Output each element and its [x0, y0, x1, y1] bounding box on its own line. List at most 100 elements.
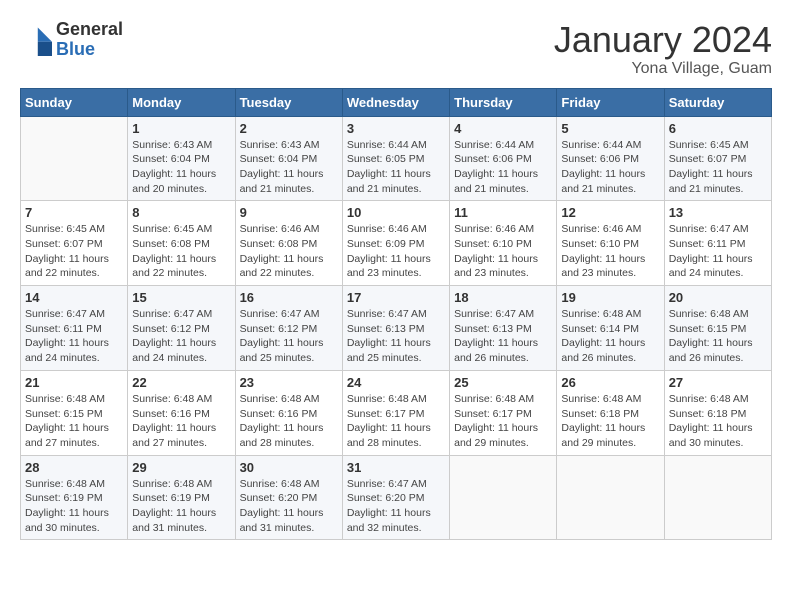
logo-icon [20, 24, 52, 56]
day-info: Sunrise: 6:47 AM Sunset: 6:12 PM Dayligh… [132, 307, 230, 366]
day-number: 12 [561, 205, 659, 220]
calendar-table: SundayMondayTuesdayWednesdayThursdayFrid… [20, 88, 772, 541]
weekday-header-cell: Friday [557, 88, 664, 116]
day-number: 11 [454, 205, 552, 220]
calendar-cell: 24 Sunrise: 6:48 AM Sunset: 6:17 PM Dayli… [342, 370, 449, 455]
calendar-cell: 31 Sunrise: 6:47 AM Sunset: 6:20 PM Dayli… [342, 455, 449, 540]
calendar-cell: 6 Sunrise: 6:45 AM Sunset: 6:07 PM Daylig… [664, 116, 771, 201]
calendar-row: 1 Sunrise: 6:43 AM Sunset: 6:04 PM Daylig… [21, 116, 772, 201]
day-info: Sunrise: 6:46 AM Sunset: 6:09 PM Dayligh… [347, 222, 445, 281]
calendar-cell: 16Sunrise: 6:47 AM Sunset: 6:12 PM Dayli… [235, 286, 342, 371]
calendar-cell: 20 Sunrise: 6:48 AM Sunset: 6:15 PM Dayli… [664, 286, 771, 371]
calendar-body: 1 Sunrise: 6:43 AM Sunset: 6:04 PM Daylig… [21, 116, 772, 540]
day-number: 8 [132, 205, 230, 220]
day-info: Sunrise: 6:47 AM Sunset: 6:11 PM Dayligh… [25, 307, 123, 366]
day-info: Sunrise: 6:47 AM Sunset: 6:12 PM Dayligh… [240, 307, 338, 366]
day-info: Sunrise: 6:46 AM Sunset: 6:10 PM Dayligh… [561, 222, 659, 281]
day-number: 24 [347, 375, 445, 390]
calendar-cell: 12 Sunrise: 6:46 AM Sunset: 6:10 PM Dayli… [557, 201, 664, 286]
logo-blue: Blue [56, 39, 95, 59]
day-number: 31 [347, 460, 445, 475]
weekday-header-cell: Tuesday [235, 88, 342, 116]
day-number: 25 [454, 375, 552, 390]
day-info: Sunrise: 6:48 AM Sunset: 6:17 PM Dayligh… [347, 392, 445, 451]
day-number: 17 [347, 290, 445, 305]
weekday-header-cell: Saturday [664, 88, 771, 116]
day-info: Sunrise: 6:43 AM Sunset: 6:04 PM Dayligh… [240, 138, 338, 197]
calendar-cell: 9Sunrise: 6:46 AM Sunset: 6:08 PM Daylig… [235, 201, 342, 286]
day-info: Sunrise: 6:45 AM Sunset: 6:07 PM Dayligh… [25, 222, 123, 281]
location-title: Yona Village, Guam [554, 60, 772, 78]
calendar-cell [664, 455, 771, 540]
day-info: Sunrise: 6:44 AM Sunset: 6:05 PM Dayligh… [347, 138, 445, 197]
calendar-cell: 21 Sunrise: 6:48 AM Sunset: 6:15 PM Dayli… [21, 370, 128, 455]
day-info: Sunrise: 6:47 AM Sunset: 6:13 PM Dayligh… [347, 307, 445, 366]
calendar-cell: 28Sunrise: 6:48 AM Sunset: 6:19 PM Dayli… [21, 455, 128, 540]
day-info: Sunrise: 6:48 AM Sunset: 6:15 PM Dayligh… [669, 307, 767, 366]
day-number: 18 [454, 290, 552, 305]
day-info: Sunrise: 6:48 AM Sunset: 6:17 PM Dayligh… [454, 392, 552, 451]
calendar-row: 14 Sunrise: 6:47 AM Sunset: 6:11 PM Dayli… [21, 286, 772, 371]
day-info: Sunrise: 6:48 AM Sunset: 6:18 PM Dayligh… [561, 392, 659, 451]
day-number: 5 [561, 121, 659, 136]
day-number: 1 [132, 121, 230, 136]
day-number: 27 [669, 375, 767, 390]
day-number: 22 [132, 375, 230, 390]
calendar-cell: 25 Sunrise: 6:48 AM Sunset: 6:17 PM Dayli… [450, 370, 557, 455]
day-info: Sunrise: 6:48 AM Sunset: 6:16 PM Dayligh… [132, 392, 230, 451]
calendar-cell: 8 Sunrise: 6:45 AM Sunset: 6:08 PM Daylig… [128, 201, 235, 286]
calendar-cell: 23 Sunrise: 6:48 AM Sunset: 6:16 PM Dayli… [235, 370, 342, 455]
calendar-cell: 17 Sunrise: 6:47 AM Sunset: 6:13 PM Dayli… [342, 286, 449, 371]
calendar-cell: 18 Sunrise: 6:47 AM Sunset: 6:13 PM Dayli… [450, 286, 557, 371]
day-info: Sunrise: 6:48 AM Sunset: 6:15 PM Dayligh… [25, 392, 123, 451]
day-number: 23 [240, 375, 338, 390]
day-number: 6 [669, 121, 767, 136]
weekday-header-cell: Thursday [450, 88, 557, 116]
weekday-header-cell: Wednesday [342, 88, 449, 116]
month-title: January 2024 [554, 20, 772, 60]
day-number: 10 [347, 205, 445, 220]
calendar-cell: 3 Sunrise: 6:44 AM Sunset: 6:05 PM Daylig… [342, 116, 449, 201]
day-info: Sunrise: 6:45 AM Sunset: 6:07 PM Dayligh… [669, 138, 767, 197]
day-info: Sunrise: 6:44 AM Sunset: 6:06 PM Dayligh… [561, 138, 659, 197]
day-number: 14 [25, 290, 123, 305]
day-number: 30 [240, 460, 338, 475]
day-info: Sunrise: 6:44 AM Sunset: 6:06 PM Dayligh… [454, 138, 552, 197]
day-info: Sunrise: 6:43 AM Sunset: 6:04 PM Dayligh… [132, 138, 230, 197]
calendar-cell: 30 Sunrise: 6:48 AM Sunset: 6:20 PM Dayli… [235, 455, 342, 540]
calendar-cell: 10 Sunrise: 6:46 AM Sunset: 6:09 PM Dayli… [342, 201, 449, 286]
logo: General Blue [20, 20, 123, 60]
day-info: Sunrise: 6:47 AM Sunset: 6:13 PM Dayligh… [454, 307, 552, 366]
weekday-header-row: SundayMondayTuesdayWednesdayThursdayFrid… [21, 88, 772, 116]
calendar-cell: 15Sunrise: 6:47 AM Sunset: 6:12 PM Dayli… [128, 286, 235, 371]
day-number: 26 [561, 375, 659, 390]
calendar-row: 7Sunrise: 6:45 AM Sunset: 6:07 PM Daylig… [21, 201, 772, 286]
day-info: Sunrise: 6:48 AM Sunset: 6:16 PM Dayligh… [240, 392, 338, 451]
calendar-cell: 4Sunrise: 6:44 AM Sunset: 6:06 PM Daylig… [450, 116, 557, 201]
day-info: Sunrise: 6:48 AM Sunset: 6:20 PM Dayligh… [240, 477, 338, 536]
day-info: Sunrise: 6:46 AM Sunset: 6:10 PM Dayligh… [454, 222, 552, 281]
calendar-cell: 5 Sunrise: 6:44 AM Sunset: 6:06 PM Daylig… [557, 116, 664, 201]
calendar-cell: 27 Sunrise: 6:48 AM Sunset: 6:18 PM Dayli… [664, 370, 771, 455]
calendar-cell: 26 Sunrise: 6:48 AM Sunset: 6:18 PM Dayli… [557, 370, 664, 455]
calendar-cell: 7Sunrise: 6:45 AM Sunset: 6:07 PM Daylig… [21, 201, 128, 286]
day-info: Sunrise: 6:45 AM Sunset: 6:08 PM Dayligh… [132, 222, 230, 281]
title-block: January 2024 Yona Village, Guam [554, 20, 772, 78]
calendar-cell: 29Sunrise: 6:48 AM Sunset: 6:19 PM Dayli… [128, 455, 235, 540]
calendar-row: 21 Sunrise: 6:48 AM Sunset: 6:15 PM Dayli… [21, 370, 772, 455]
logo-general: General [56, 19, 123, 39]
day-info: Sunrise: 6:47 AM Sunset: 6:20 PM Dayligh… [347, 477, 445, 536]
day-number: 20 [669, 290, 767, 305]
day-number: 28 [25, 460, 123, 475]
day-info: Sunrise: 6:48 AM Sunset: 6:18 PM Dayligh… [669, 392, 767, 451]
weekday-header-cell: Sunday [21, 88, 128, 116]
day-info: Sunrise: 6:47 AM Sunset: 6:11 PM Dayligh… [669, 222, 767, 281]
day-number: 3 [347, 121, 445, 136]
day-number: 13 [669, 205, 767, 220]
day-number: 21 [25, 375, 123, 390]
day-number: 9 [240, 205, 338, 220]
calendar-cell: 11 Sunrise: 6:46 AM Sunset: 6:10 PM Dayli… [450, 201, 557, 286]
calendar-cell: 13 Sunrise: 6:47 AM Sunset: 6:11 PM Dayli… [664, 201, 771, 286]
day-number: 29 [132, 460, 230, 475]
calendar-cell: 22 Sunrise: 6:48 AM Sunset: 6:16 PM Dayli… [128, 370, 235, 455]
